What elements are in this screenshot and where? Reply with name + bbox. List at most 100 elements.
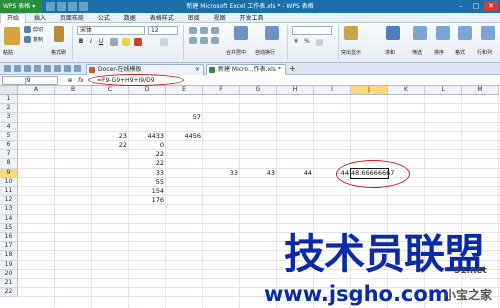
row-header-16[interactable]: 16 [0, 233, 18, 243]
row-header-17[interactable]: 17 [0, 242, 18, 252]
select-all-corner[interactable] [0, 86, 18, 95]
new-tab-icon[interactable]: + [289, 64, 296, 74]
align-top-icon[interactable] [189, 27, 197, 34]
column-header-h[interactable]: H [277, 86, 314, 95]
cell-f9[interactable]: 33 [203, 169, 240, 178]
cell-e5[interactable]: 4456 [166, 132, 203, 141]
row-header-2[interactable]: 2 [0, 104, 18, 114]
align-right-icon[interactable] [211, 37, 219, 44]
close-button[interactable]: ✕ [484, 1, 498, 11]
save-icon[interactable] [24, 65, 31, 72]
column-header-i[interactable]: I [314, 86, 351, 95]
column-header-a[interactable]: A [18, 86, 55, 95]
cell-d10[interactable]: 55 [129, 178, 166, 187]
column-header-c[interactable]: C [92, 86, 129, 95]
decimal-icon[interactable] [316, 39, 323, 46]
undo-icon[interactable] [54, 65, 61, 72]
fill-color-icon[interactable] [122, 38, 130, 46]
tab-current-workbook[interactable]: 新建 Micro...作表.xls * [206, 64, 286, 75]
row-header-7[interactable]: 7 [0, 150, 18, 160]
align-middle-icon[interactable] [200, 27, 208, 34]
row-header-1[interactable]: 1 [0, 95, 18, 105]
dropdown-icon[interactable] [74, 65, 81, 72]
row-header-14[interactable]: 14 [0, 214, 18, 224]
wrap-text-icon[interactable] [265, 26, 279, 40]
sort-button[interactable]: 排序 [434, 49, 444, 56]
cut-icon[interactable] [24, 26, 31, 33]
new-doc-icon[interactable] [4, 65, 11, 72]
row-header-10[interactable]: 10 [0, 177, 18, 187]
format-icon[interactable] [458, 26, 472, 40]
filter-button[interactable]: 筛选 [412, 49, 422, 56]
paste-icon[interactable] [4, 27, 20, 45]
conditional-format-button[interactable]: 突出显示 [341, 49, 361, 56]
merge-center-button[interactable]: 合并居中 [226, 49, 246, 56]
align-center-icon[interactable] [200, 37, 208, 44]
fx-icon[interactable]: fx [77, 76, 85, 85]
number-format-select[interactable] [292, 26, 332, 35]
align-left-icon[interactable] [189, 37, 197, 44]
bold-button[interactable]: B [77, 38, 85, 46]
wrap-text-button[interactable]: 自动换行 [255, 49, 275, 56]
cut-button[interactable]: 剪切 [33, 26, 43, 33]
row-header-21[interactable]: 21 [0, 279, 18, 289]
zoom-icon[interactable]: ⊕ [66, 76, 74, 85]
minimize-button[interactable]: – [454, 1, 468, 11]
row-col-icon[interactable] [481, 26, 495, 40]
cell-d5[interactable]: 4433 [129, 132, 166, 141]
filter-icon[interactable] [413, 26, 427, 40]
increase-font-icon[interactable] [160, 38, 168, 46]
column-header-e[interactable]: E [166, 86, 203, 95]
row-header-12[interactable]: 12 [0, 196, 18, 206]
row-header-9[interactable]: 9 [0, 168, 18, 178]
print-icon[interactable] [34, 65, 41, 72]
font-size-select[interactable]: 12 [148, 26, 178, 35]
row-header-22[interactable]: 22 [0, 288, 18, 298]
redo-icon[interactable] [64, 65, 71, 72]
row-header-6[interactable]: 6 [0, 141, 18, 151]
row-header-15[interactable]: 15 [0, 223, 18, 233]
column-header-l[interactable]: L [425, 86, 462, 95]
cell-c6[interactable]: 22 [92, 141, 129, 150]
row-header-5[interactable]: 5 [0, 131, 18, 141]
cell-d6[interactable]: 0 [129, 141, 166, 150]
cell-c5[interactable]: 23 [92, 132, 129, 141]
cell-d9[interactable]: 33 [129, 169, 166, 178]
cell-d8[interactable]: 22 [129, 159, 166, 168]
column-header-m[interactable]: M [462, 86, 499, 95]
maximize-button[interactable]: □ [469, 1, 483, 11]
row-header-19[interactable]: 19 [0, 260, 18, 270]
row-header-3[interactable]: 3 [0, 113, 18, 123]
sum-icon[interactable] [386, 26, 400, 40]
cell-h9[interactable]: 44 [277, 169, 314, 178]
row-header-18[interactable]: 18 [0, 251, 18, 261]
open-icon[interactable] [14, 65, 21, 72]
name-box[interactable]: J9 [2, 76, 58, 85]
row-header-4[interactable]: 4 [0, 122, 18, 132]
row-header-11[interactable]: 11 [0, 187, 18, 197]
row-header-13[interactable]: 13 [0, 205, 18, 215]
conditional-format-icon[interactable] [344, 26, 358, 40]
row-header-8[interactable]: 8 [0, 159, 18, 169]
underline-button[interactable]: U [97, 38, 105, 46]
copy-icon[interactable] [24, 36, 31, 43]
cell-g9[interactable]: 43 [240, 169, 277, 178]
row-col-button[interactable]: 行和列 [477, 49, 492, 56]
paste-label[interactable]: 粘贴 [3, 49, 13, 56]
column-header-j[interactable]: J [351, 86, 388, 95]
tab-home[interactable]: 开始 [0, 13, 27, 23]
cell-e3[interactable]: 57 [166, 113, 203, 122]
italic-button[interactable]: I [87, 38, 95, 46]
copy-button[interactable]: 复制 [33, 36, 43, 43]
sort-icon[interactable] [436, 26, 450, 40]
align-bottom-icon[interactable] [211, 27, 219, 34]
column-header-f[interactable]: F [203, 86, 240, 95]
row-header-20[interactable]: 20 [0, 269, 18, 279]
format-painter-icon[interactable] [54, 26, 64, 42]
borders-icon[interactable] [110, 38, 118, 46]
font-color-icon[interactable] [134, 38, 142, 46]
sum-button[interactable]: 求和 [385, 49, 395, 56]
font-name-select[interactable]: 宋体 [77, 26, 145, 35]
cell-d11[interactable]: 154 [129, 187, 166, 196]
currency-button[interactable]: ¥ [292, 38, 300, 46]
